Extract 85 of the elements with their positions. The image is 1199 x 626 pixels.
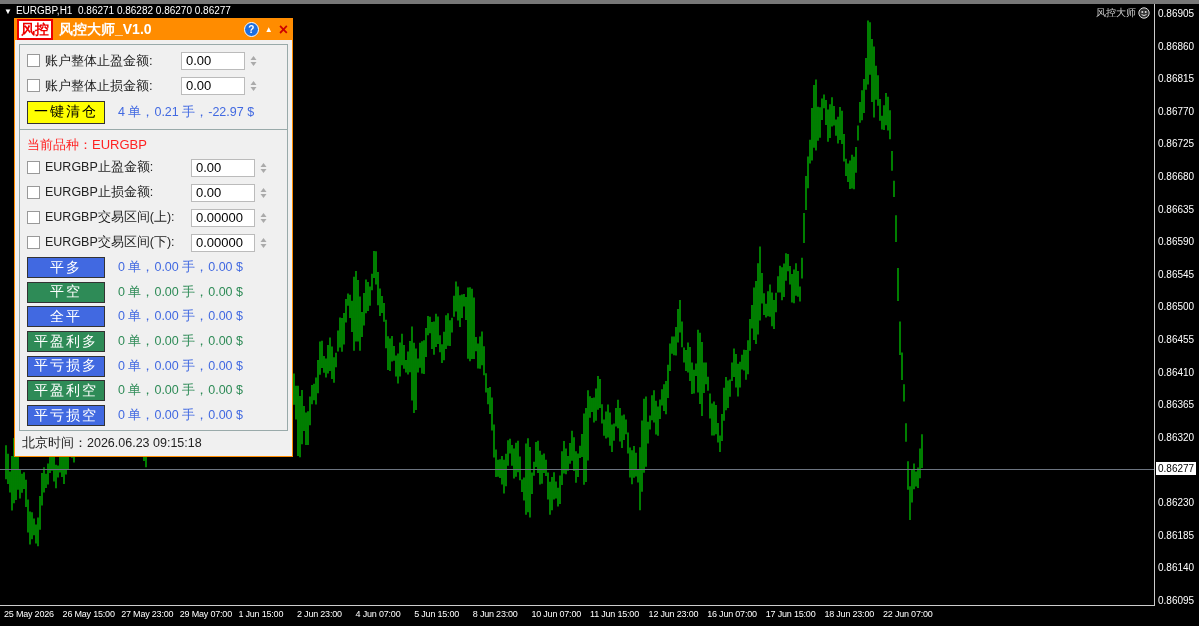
field-label: 账户整体止盈金额:: [45, 51, 154, 70]
price-label: 0.86590: [1158, 236, 1195, 248]
input-field[interactable]: 0.00: [191, 158, 255, 177]
price-label: 0.86860: [1158, 40, 1195, 52]
input-field[interactable]: 0.00000: [191, 208, 255, 227]
spinner-icon[interactable]: [260, 161, 267, 174]
position-stats: 0 单，0.00 手，0.00 $: [118, 308, 243, 326]
help-icon[interactable]: ?: [243, 22, 259, 38]
price-label: 0.86365: [1158, 399, 1195, 411]
close-button[interactable]: 平空: [27, 281, 105, 303]
position-stats: 0 单，0.00 手，0.00 $: [118, 407, 243, 425]
smiley-icon: [1138, 7, 1150, 19]
spinner-icon[interactable]: [260, 211, 267, 224]
time-label: 26 May 15:00: [62, 609, 115, 620]
time-label: 11 Jun 15:00: [590, 609, 639, 620]
price-label: 0.86140: [1158, 562, 1195, 574]
time-label: 5 Jun 15:00: [414, 609, 460, 620]
position-stats: 0 单，0.00 手，0.00 $: [118, 283, 243, 301]
time-label: 17 Jun 15:00: [765, 609, 816, 620]
price-label: 0.86095: [1158, 594, 1195, 606]
checkbox[interactable]: [27, 161, 40, 175]
position-stats: 0 单，0.00 手，0.00 $: [118, 382, 243, 400]
checkbox[interactable]: [27, 211, 40, 225]
checkbox[interactable]: [27, 54, 40, 68]
time-label: 27 May 23:00: [121, 609, 174, 620]
close-button[interactable]: 平多: [27, 257, 105, 279]
panel-title: 风控大师_V1.0: [59, 20, 153, 39]
field-label: EURGBP止损金额:: [45, 184, 155, 202]
time-label: 4 Jun 07:00: [355, 609, 401, 620]
input-field[interactable]: 0.00: [191, 183, 255, 202]
close-button[interactable]: 平亏损多: [27, 355, 105, 377]
price-label: 0.86680: [1158, 171, 1195, 182]
spinner-icon[interactable]: [260, 236, 267, 249]
price-label: 0.86725: [1158, 138, 1195, 150]
price-label: 0.86185: [1158, 529, 1195, 541]
spinner-icon[interactable]: [260, 186, 267, 199]
price-label: 0.86815: [1158, 73, 1195, 85]
price-label: 0.86905: [1158, 8, 1195, 19]
price-label: 0.86635: [1158, 203, 1195, 215]
price-label: 0.86230: [1158, 497, 1195, 508]
symbol-quote: EURGBP,H1 0.86271 0.86282 0.86270 0.86277: [15, 5, 231, 18]
position-stats: 0 单，0.00 手，0.00 $: [118, 333, 243, 351]
price-label: 0.86545: [1158, 268, 1195, 280]
time-label: 10 Jun 07:00: [531, 609, 582, 620]
position-stats: 0 单，0.00 手，0.00 $: [118, 357, 243, 375]
close-all-button[interactable]: 一键清仓: [27, 100, 105, 124]
input-field[interactable]: 0.00: [181, 76, 245, 95]
close-button[interactable]: 平亏损空: [27, 405, 105, 427]
close-button[interactable]: 平盈利空: [27, 380, 105, 402]
position-stats: 0 单，0.00 手，0.00 $: [118, 259, 243, 277]
field-label: EURGBP交易区间(下):: [45, 234, 176, 252]
checkbox[interactable]: [27, 186, 40, 200]
checkbox[interactable]: [27, 79, 40, 93]
input-field[interactable]: 0.00000: [191, 233, 255, 252]
checkbox[interactable]: [27, 236, 40, 250]
field-label: 账户整体止损金额:: [45, 76, 154, 95]
price-label: 0.86770: [1158, 105, 1195, 117]
symbol-label: 当前品种：EURGBP: [27, 136, 148, 155]
close-button[interactable]: 全平: [27, 306, 105, 328]
dropdown-icon[interactable]: ▼: [4, 5, 12, 18]
price-label: 0.86455: [1158, 334, 1195, 345]
input-field[interactable]: 0.00: [181, 51, 245, 70]
time-label: 18 Jun 23:00: [824, 609, 875, 620]
indicator-label: 风控大师: [1096, 6, 1136, 20]
time-label: 16 Jun 07:00: [707, 609, 757, 620]
position-stats: 4 单，0.21 手，-22.97 $: [118, 103, 255, 121]
price-label: 0.86500: [1158, 301, 1195, 313]
field-label: EURGBP止盈金额:: [45, 159, 155, 177]
time-label: 8 Jun 23:00: [472, 609, 518, 620]
time-label: 2 Jun 23:00: [297, 609, 342, 620]
time-label: 22 Jun 07:00: [883, 609, 933, 620]
time-label: 12 Jun 23:00: [648, 609, 699, 620]
beijing-time: 北京时间：2026.06.23 09:15:18: [21, 435, 203, 452]
price-label: 0.86320: [1158, 431, 1195, 443]
time-label: 29 May 07:00: [179, 609, 232, 620]
spinner-icon[interactable]: [250, 54, 257, 67]
logo: 风控: [17, 19, 53, 41]
close-icon[interactable]: ×: [278, 21, 288, 38]
field-label: EURGBP交易区间(上):: [45, 209, 176, 227]
price-label: 0.86410: [1158, 366, 1195, 378]
close-button[interactable]: 平盈利多: [27, 331, 105, 353]
current-price-label: 0.86277: [1156, 462, 1197, 476]
spinner-icon[interactable]: [250, 79, 257, 92]
time-label: 1 Jun 15:00: [238, 609, 284, 620]
time-label: 25 May 2026: [4, 609, 54, 620]
